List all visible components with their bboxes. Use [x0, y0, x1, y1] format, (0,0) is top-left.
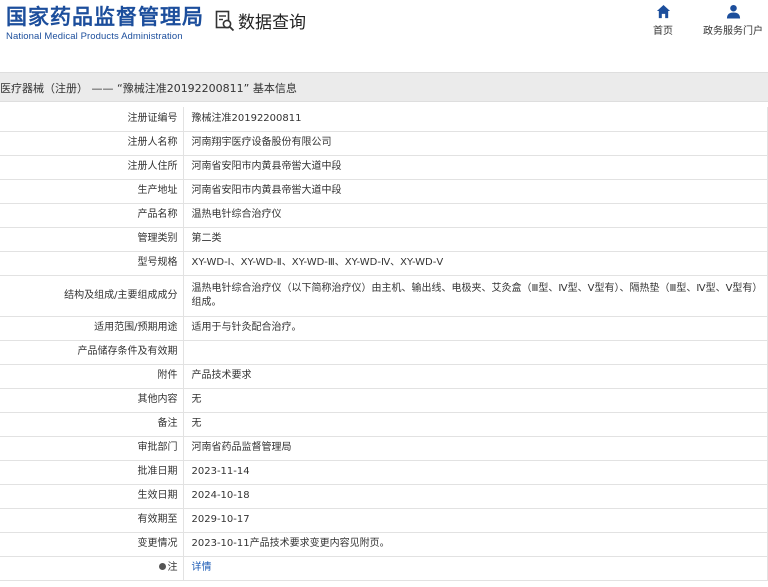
note-value: 详情 [183, 556, 768, 581]
row-label: 注册人名称 [0, 131, 184, 156]
row-label: 生效日期 [0, 484, 184, 509]
registration-info-table: 注册证编号 豫械注准20192200811 注册人名称 河南翔宇医疗设备股份有限… [0, 107, 768, 581]
row-label: 注册人住所 [0, 155, 184, 180]
table-row: 适用范围/预期用途 适用于与针灸配合治疗。 [0, 316, 768, 341]
table-row: 审批部门 河南省药品监督管理局 [0, 436, 768, 461]
record-title-bar: 医疗器械（注册） —— “豫械注准20192200811” 基本信息 [0, 72, 768, 102]
note-label: 注 [0, 556, 184, 581]
row-value: 无 [183, 412, 768, 437]
row-label: 管理类别 [0, 227, 184, 252]
row-value: 豫械注准20192200811 [183, 107, 768, 132]
nav-home[interactable]: 首页 [648, 4, 678, 37]
nav-home-label: 首页 [653, 26, 673, 37]
table-row: 生产地址 河南省安阳市内黄县帝喾大道中段 [0, 179, 768, 204]
row-value: 2024-10-18 [183, 484, 768, 509]
row-value: 河南翔宇医疗设备股份有限公司 [183, 131, 768, 156]
info-dot-icon [158, 563, 166, 570]
row-label: 产品名称 [0, 203, 184, 228]
row-label: 变更情况 [0, 532, 184, 557]
table-row: 型号规格 XY-WD-Ⅰ、XY-WD-Ⅱ、XY-WD-Ⅲ、XY-WD-Ⅳ、XY-… [0, 251, 768, 276]
document-search-icon [215, 10, 235, 31]
logo-chinese-name: 国家药品监督管理局 [6, 5, 204, 29]
row-label: 适用范围/预期用途 [0, 316, 184, 341]
home-icon [656, 4, 670, 19]
table-row: 附件 产品技术要求 [0, 364, 768, 389]
row-value: 温热电针综合治疗仪 [183, 203, 768, 228]
data-query-label: 数据查询 [238, 13, 306, 33]
row-value: 河南省药品监督管理局 [183, 436, 768, 461]
row-label: 其他内容 [0, 388, 184, 413]
table-row: 产品储存条件及有效期 [0, 340, 768, 365]
row-label: 注册证编号 [0, 107, 184, 132]
table-row: 变更情况 2023-10-11产品技术要求变更内容见附页。 [0, 532, 768, 557]
table-row: 注册人名称 河南翔宇医疗设备股份有限公司 [0, 131, 768, 156]
table-row: 批准日期 2023-11-14 [0, 460, 768, 485]
data-query-heading: 数据查询 [215, 8, 306, 33]
row-label: 审批部门 [0, 436, 184, 461]
row-value: 2023-10-11产品技术要求变更内容见附页。 [183, 532, 768, 557]
table-row: 其他内容 无 [0, 388, 768, 413]
table-row: 注册证编号 豫械注准20192200811 [0, 107, 768, 132]
table-row: 结构及组成/主要组成成分 温热电针综合治疗仪（以下简称治疗仪）由主机、输出线、电… [0, 275, 768, 317]
note-label-text: 注 [167, 562, 178, 573]
table-row: 产品名称 温热电针综合治疗仪 [0, 203, 768, 228]
user-icon [726, 4, 740, 19]
table-row: 有效期至 2029-10-17 [0, 508, 768, 533]
row-label: 有效期至 [0, 508, 184, 533]
row-value: 无 [183, 388, 768, 413]
details-link[interactable]: 详情 [192, 562, 212, 573]
row-label: 附件 [0, 364, 184, 389]
row-value: 2023-11-14 [183, 460, 768, 485]
row-label: 批准日期 [0, 460, 184, 485]
site-header: 国家药品监督管理局 National Medical Products Admi… [0, 0, 768, 60]
table-row: 生效日期 2024-10-18 [0, 484, 768, 509]
table-row-note: 注 详情 [0, 556, 768, 581]
site-logo[interactable]: 国家药品监督管理局 National Medical Products Admi… [6, 4, 204, 43]
row-label: 型号规格 [0, 251, 184, 276]
row-value: 河南省安阳市内黄县帝喾大道中段 [183, 179, 768, 204]
row-label: 生产地址 [0, 179, 184, 204]
row-value: 产品技术要求 [183, 364, 768, 389]
row-value: XY-WD-Ⅰ、XY-WD-Ⅱ、XY-WD-Ⅲ、XY-WD-Ⅳ、XY-WD-Ⅴ [183, 251, 768, 276]
row-value: 适用于与针灸配合治疗。 [183, 316, 768, 341]
row-label: 产品储存条件及有效期 [0, 340, 184, 365]
nav-service-portal[interactable]: 政务服务门户 [700, 4, 766, 37]
table-row: 注册人住所 河南省安阳市内黄县帝喾大道中段 [0, 155, 768, 180]
record-title: 医疗器械（注册） —— “豫械注准20192200811” 基本信息 [0, 82, 297, 95]
row-label: 结构及组成/主要组成成分 [0, 275, 184, 317]
row-value: 温热电针综合治疗仪（以下简称治疗仪）由主机、输出线、电极夹、艾灸盒（Ⅲ型、Ⅳ型、… [183, 275, 768, 317]
row-value: 第二类 [183, 227, 768, 252]
nav-service-portal-label: 政务服务门户 [703, 26, 763, 37]
row-value: 河南省安阳市内黄县帝喾大道中段 [183, 155, 768, 180]
logo-english-name: National Medical Products Administration [6, 31, 183, 42]
row-value: 2029-10-17 [183, 508, 768, 533]
table-row: 管理类别 第二类 [0, 227, 768, 252]
table-row: 备注 无 [0, 412, 768, 437]
row-value [183, 340, 768, 365]
row-label: 备注 [0, 412, 184, 437]
